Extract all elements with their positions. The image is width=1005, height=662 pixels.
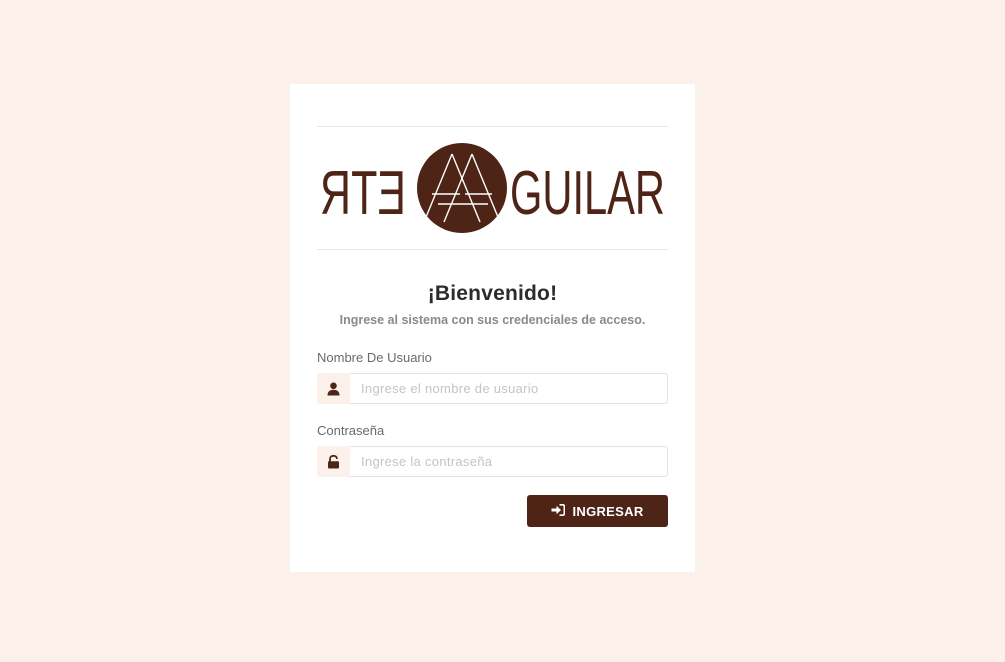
login-card: ETR GUILAR ¡Bienvenido! Ingrese al siste…	[290, 84, 695, 572]
logo-left-text: ETR	[320, 159, 406, 228]
password-input-group	[317, 446, 668, 477]
top-divider	[317, 126, 668, 127]
welcome-title: ¡Bienvenido!	[427, 282, 558, 305]
brand-logo: ETR GUILAR	[320, 143, 665, 233]
unlock-icon	[317, 446, 350, 477]
login-button-label: INGRESAR	[572, 503, 644, 519]
username-input-group	[317, 373, 668, 404]
password-label: Contraseña	[317, 423, 385, 438]
sign-in-icon	[551, 503, 566, 519]
welcome-subtitle: Ingrese al sistema con sus credenciales …	[339, 313, 646, 327]
login-button[interactable]: INGRESAR	[527, 495, 668, 527]
user-icon	[317, 373, 350, 404]
logo-circle	[417, 143, 507, 233]
username-label: Nombre De Usuario	[317, 350, 432, 365]
logo-right-text: GUILAR	[510, 159, 665, 228]
password-input[interactable]	[350, 446, 668, 477]
username-input[interactable]	[350, 373, 668, 404]
bottom-divider	[317, 249, 668, 250]
